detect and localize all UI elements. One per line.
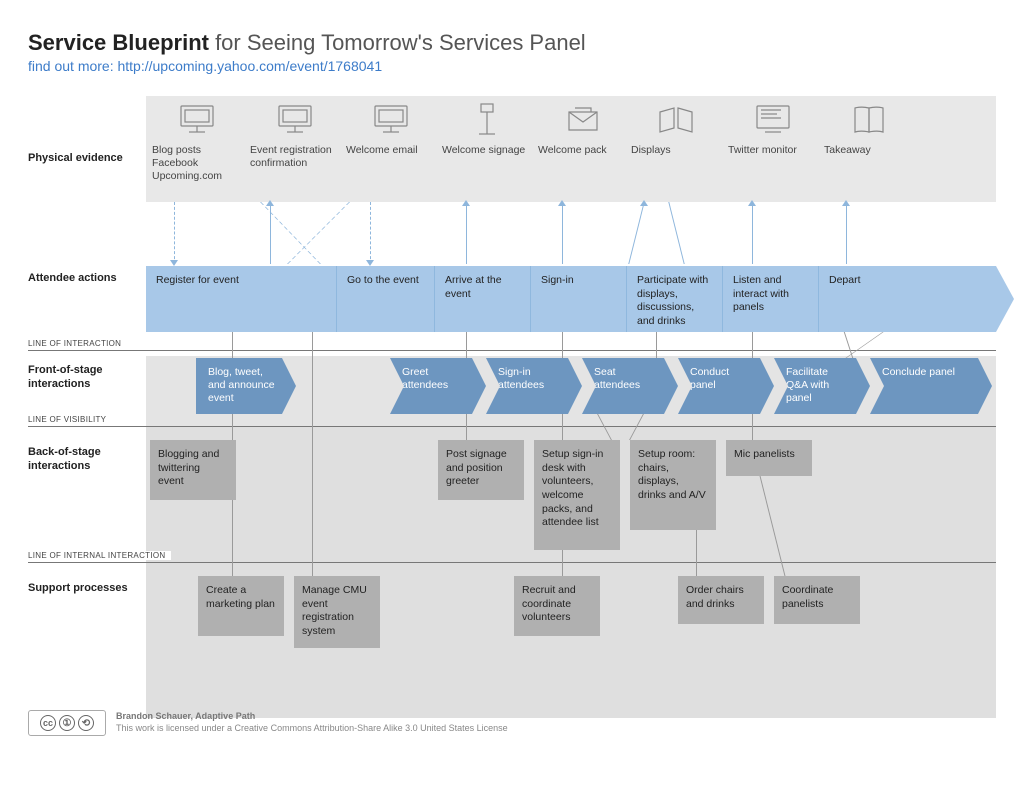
attendee-action: Listen and interact with panels bbox=[722, 266, 818, 332]
attendee-actions-band: Register for event Go to the event Arriv… bbox=[146, 266, 996, 332]
phys-item: Displays bbox=[631, 102, 721, 157]
bos-step: Post signage and position greeter bbox=[438, 440, 524, 500]
connector bbox=[752, 202, 753, 264]
arrow-up-icon bbox=[266, 200, 274, 206]
label-physical: Physical evidence bbox=[28, 152, 138, 166]
fos-step: Conclude panel bbox=[870, 358, 978, 414]
phys-label: Blog posts Facebook Upcoming.com bbox=[152, 144, 242, 183]
phys-item: Twitter monitor bbox=[728, 102, 818, 157]
phys-item: Welcome signage bbox=[442, 102, 532, 157]
label-back: Back-of-stage interactions bbox=[28, 446, 138, 474]
phys-item: Welcome pack bbox=[538, 102, 628, 157]
connector bbox=[562, 550, 563, 576]
phys-item: Event registration confirmation bbox=[250, 102, 340, 170]
arrow-up-icon bbox=[462, 200, 470, 206]
connector bbox=[696, 530, 697, 576]
connector bbox=[562, 332, 563, 358]
blueprint-grid: Physical evidence Attendee actions Front… bbox=[28, 96, 996, 736]
support-step: Coordinate panelists bbox=[774, 576, 860, 624]
connector bbox=[370, 202, 371, 264]
phys-label: Displays bbox=[631, 144, 721, 157]
footer: cc ① ⟲ Brandon Schauer, Adaptive Path Th… bbox=[28, 710, 508, 736]
connector bbox=[232, 414, 233, 440]
phys-label: Event registration confirmation bbox=[250, 144, 340, 170]
attendee-action: Sign-in bbox=[530, 266, 626, 332]
connector bbox=[846, 202, 847, 264]
attendee-action: Go to the event bbox=[336, 266, 434, 332]
support-step: Manage CMU event registration system bbox=[294, 576, 380, 648]
attendee-action: Arrive at the event bbox=[434, 266, 530, 332]
arrow-up-icon bbox=[558, 200, 566, 206]
fos-step: Seat attendees bbox=[582, 358, 664, 414]
line-of-internal-interaction: LINE OF INTERNAL INTERACTION bbox=[28, 562, 996, 563]
monitor-icon bbox=[175, 102, 219, 138]
connector bbox=[232, 500, 233, 576]
line-of-visibility: LINE OF VISIBILITY bbox=[28, 426, 996, 427]
sign-icon bbox=[465, 102, 509, 138]
phys-label: Twitter monitor bbox=[728, 144, 818, 157]
bos-step: Blogging and twittering event bbox=[150, 440, 236, 500]
support-step: Recruit and coordinate volunteers bbox=[514, 576, 600, 636]
phys-item: Blog posts Facebook Upcoming.com bbox=[152, 102, 242, 183]
fos-step: Greet attendees bbox=[390, 358, 472, 414]
connector bbox=[287, 202, 350, 264]
footer-text: Brandon Schauer, Adaptive Path This work… bbox=[116, 711, 508, 734]
connector bbox=[466, 414, 467, 440]
attendee-action: Register for event bbox=[146, 266, 336, 332]
monitor-icon bbox=[273, 102, 317, 138]
fos-step: Sign-in attendees bbox=[486, 358, 568, 414]
phys-label: Welcome email bbox=[346, 144, 436, 157]
cc-license-badge: cc ① ⟲ bbox=[28, 710, 106, 736]
phys-item: Takeaway bbox=[824, 102, 914, 157]
connector bbox=[466, 202, 467, 264]
connector bbox=[668, 202, 684, 264]
phys-label: Welcome pack bbox=[538, 144, 628, 157]
arrow-up-icon bbox=[842, 200, 850, 206]
subtitle-link[interactable]: find out more: http://upcoming.yahoo.com… bbox=[28, 58, 382, 74]
connector bbox=[656, 332, 657, 358]
connector bbox=[466, 332, 467, 358]
phys-label: Takeaway bbox=[824, 144, 914, 157]
connector bbox=[174, 202, 175, 264]
connector bbox=[562, 202, 563, 264]
connector bbox=[752, 332, 753, 358]
connector bbox=[562, 414, 563, 440]
bos-step: Setup sign-in desk with volunteers, welc… bbox=[534, 440, 620, 550]
connector bbox=[845, 332, 883, 358]
displays-icon bbox=[654, 102, 698, 138]
phys-label: Welcome signage bbox=[442, 144, 532, 157]
page-title: Service Blueprint for Seeing Tomorrow's … bbox=[28, 30, 996, 56]
arrow-up-icon bbox=[748, 200, 756, 206]
tv-icon bbox=[751, 102, 795, 138]
book-icon bbox=[847, 102, 891, 138]
label-attendee: Attendee actions bbox=[28, 272, 138, 286]
support-step: Order chairs and drinks bbox=[678, 576, 764, 624]
fos-step: Facilitate Q&A with panel bbox=[774, 358, 856, 414]
support-step: Create a marketing plan bbox=[198, 576, 284, 636]
front-of-stage-row: Blog, tweet, and announce event Greet at… bbox=[196, 358, 996, 414]
label-front: Front-of-stage interactions bbox=[28, 364, 138, 392]
fos-step: Conduct panel bbox=[678, 358, 760, 414]
attendee-action: Participate with displays, discussions, … bbox=[626, 266, 722, 332]
envelope-icon bbox=[561, 102, 605, 138]
connector bbox=[752, 414, 753, 440]
arrow-up-icon bbox=[640, 200, 648, 206]
bos-step: Setup room: chairs, displays, drinks and… bbox=[630, 440, 716, 530]
connector bbox=[628, 202, 644, 264]
phys-item: Welcome email bbox=[346, 102, 436, 157]
monitor-icon bbox=[369, 102, 413, 138]
attendee-action: Depart bbox=[818, 266, 996, 332]
fos-step: Blog, tweet, and announce event bbox=[196, 358, 282, 414]
bos-step: Mic panelists bbox=[726, 440, 812, 476]
label-support: Support processes bbox=[28, 582, 138, 596]
connector bbox=[232, 332, 233, 358]
